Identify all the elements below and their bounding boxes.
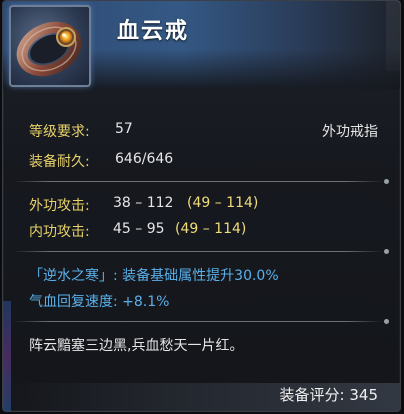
set-bonus-effect: 「逆水之寒」: 装备基础属性提升30.0% [29,268,279,284]
flavor-text: 阵云黯塞三边黑,兵血愁天一片红。 [29,338,244,354]
ring-icon [16,21,82,77]
item-tooltip: 血云戒 等级要求: 57 外功戒指 装备耐久: 646/646 外功攻击: 38… [2,0,401,412]
outer-attack-range: (49 – 114) [187,195,259,211]
item-type: 外功戒指 [322,124,378,140]
item-icon-frame [9,5,91,87]
durability-label: 装备耐久: [29,154,90,170]
inner-attack-label: 内功攻击: [29,224,90,240]
divider [13,319,389,324]
gear-score: 装备评分: 345 [280,384,378,405]
level-requirement-value: 57 [115,121,133,137]
level-requirement-label: 等级要求: [29,124,90,140]
durability-value: 646/646 [115,151,174,167]
divider [13,179,389,184]
outer-attack-label: 外功攻击: [29,198,90,214]
gear-score-value: 345 [349,386,378,404]
item-name: 血云戒 [117,19,190,44]
gear-score-label: 装备评分: [279,386,345,404]
divider [13,249,389,254]
outer-attack-value: 38 – 112 [113,195,174,211]
regen-effect: 气血回复速度: +8.1% [29,294,170,310]
inner-attack-value: 45 – 95 [113,221,165,237]
inner-attack-range: (49 – 114) [175,221,247,237]
